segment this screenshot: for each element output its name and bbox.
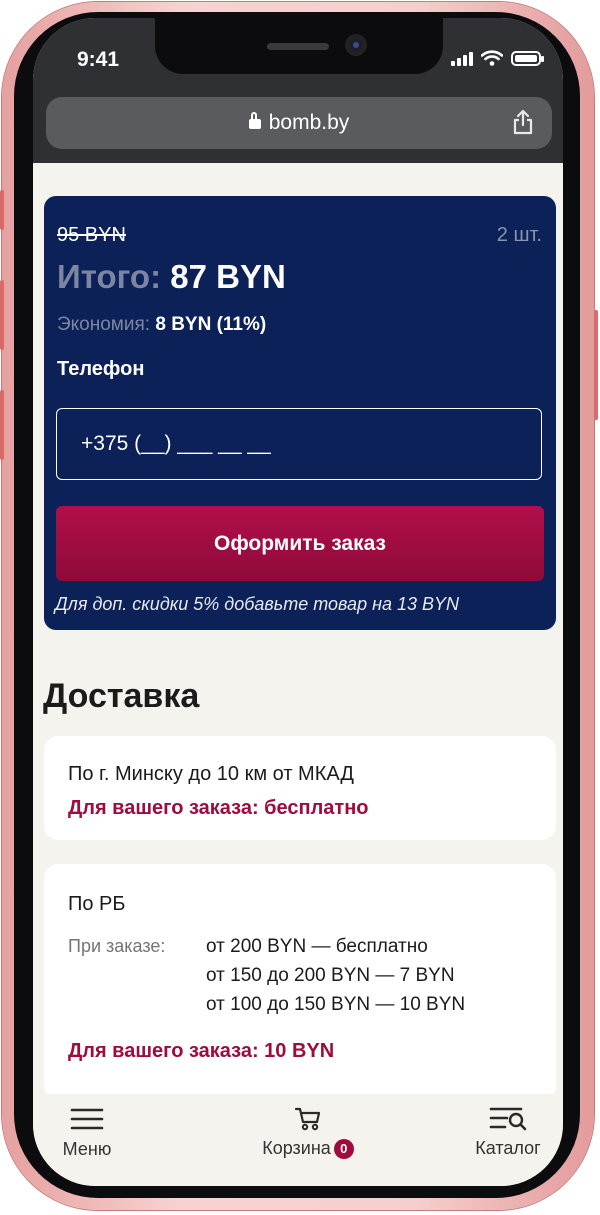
- place-order-button[interactable]: Оформить заказ: [56, 506, 544, 581]
- savings-value: 8 BYN (11%): [155, 314, 267, 335]
- total-value: 87 BYN: [170, 258, 286, 295]
- item-quantity: 2 шт.: [496, 224, 542, 246]
- delivery-option-price: Для вашего заказа: бесплатно: [68, 797, 369, 819]
- delivery-option-title: По г. Минску до 10 км от МКАД: [68, 763, 354, 785]
- phone-input[interactable]: [56, 408, 542, 480]
- tab-catalog-label: Каталог: [475, 1138, 541, 1158]
- url-text: bomb.by: [268, 111, 350, 134]
- rate-line: от 100 до 150 BYN — 10 BYN: [206, 994, 466, 1015]
- side-button-left-1: [0, 190, 4, 230]
- rates-label: При заказе:: [68, 936, 166, 956]
- status-icons: [451, 50, 544, 66]
- tab-catalog[interactable]: Каталог: [465, 1094, 551, 1186]
- delivery-option-title: По РБ: [68, 893, 126, 915]
- delivery-option-minsk: По г. Минску до 10 км от МКАД Для вашего…: [44, 736, 556, 840]
- notch: [155, 18, 443, 74]
- delivery-option-price: Для вашего заказа: 10 BYN: [68, 1040, 335, 1062]
- rate-line: от 200 BYN — бесплатно: [206, 936, 428, 957]
- speaker-grille: [267, 43, 329, 50]
- tab-menu-label: Меню: [62, 1139, 112, 1159]
- old-price: 95 BYN: [57, 224, 126, 246]
- cart-icon: [294, 1107, 321, 1131]
- side-button-left-3: [0, 390, 4, 460]
- status-time: 9:41: [77, 48, 120, 71]
- battery-icon: [511, 51, 544, 66]
- order-total: Итого: 87 BYN: [57, 258, 286, 296]
- tab-cart[interactable]: Корзина 0: [243, 1094, 373, 1186]
- delivery-option-belarus: По РБ При заказе: от 200 BYN — бесплатно…: [44, 864, 556, 1100]
- lock-icon: [248, 112, 261, 129]
- hamburger-icon: [70, 1108, 104, 1130]
- camera-icon: [345, 34, 367, 56]
- browser-chrome: 9:41 bomb.by: [33, 18, 563, 163]
- address-bar[interactable]: bomb.by: [46, 97, 552, 149]
- catalog-search-icon: [489, 1107, 527, 1131]
- screen: 9:41 bomb.by 95 BYN 2 шт. Итого: 87 BYN …: [33, 18, 563, 1186]
- side-button-left-2: [0, 280, 4, 350]
- delivery-heading: Доставка: [43, 677, 200, 715]
- savings: Экономия: 8 BYN (11%): [57, 314, 266, 336]
- side-button-right: [594, 310, 598, 420]
- share-icon[interactable]: [512, 109, 534, 135]
- bottom-tab-bar: Меню Корзина 0 Каталог: [33, 1094, 563, 1186]
- total-label: Итого:: [57, 258, 162, 295]
- phone-label: Телефон: [57, 358, 145, 380]
- order-summary-card: 95 BYN 2 шт. Итого: 87 BYN Экономия: 8 B…: [44, 196, 556, 630]
- cart-count-badge: 0: [333, 1139, 354, 1159]
- tab-menu[interactable]: Меню: [47, 1094, 127, 1186]
- savings-label: Экономия:: [57, 314, 151, 335]
- rate-line: от 150 до 200 BYN — 7 BYN: [206, 965, 455, 986]
- discount-hint: Для доп. скидки 5% добавьте товар на 13 …: [55, 594, 460, 614]
- tab-cart-label: Корзина: [262, 1138, 331, 1158]
- cellular-signal-icon: [451, 52, 473, 66]
- wifi-icon: [481, 50, 503, 66]
